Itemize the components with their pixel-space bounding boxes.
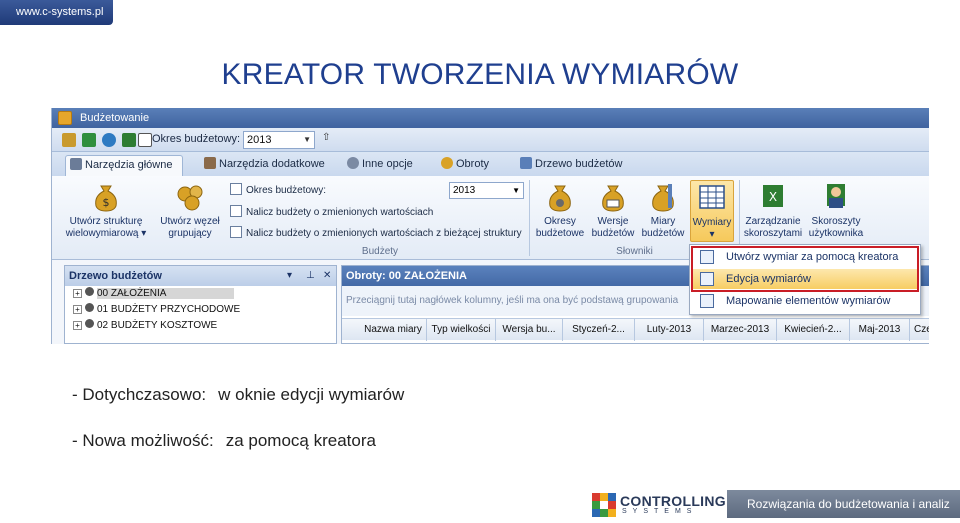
pin-icon[interactable]: ⊥ bbox=[306, 266, 315, 286]
chevron-down-icon: ▼ bbox=[512, 186, 520, 195]
window-titlebar: Budżetowanie bbox=[52, 108, 929, 128]
create-structure-button[interactable]: $ Utwórz strukturę wielowymiarową ▾ bbox=[62, 180, 150, 240]
calendar-icon[interactable] bbox=[138, 133, 152, 147]
budget-versions-button[interactable]: Wersje budżetów bbox=[588, 180, 638, 240]
excel-icon: X bbox=[763, 185, 783, 207]
period-row: Okres budżetowy: bbox=[230, 183, 326, 199]
window-title: Budżetowanie bbox=[80, 112, 150, 124]
expand-icon[interactable]: + bbox=[73, 321, 82, 330]
svg-text:$: $ bbox=[103, 196, 110, 209]
node-icon bbox=[85, 319, 94, 328]
users-icon[interactable] bbox=[62, 133, 76, 147]
logo-name: CONTROLLING bbox=[620, 493, 726, 509]
ribbon-tabs: Narzędzia główne Narzędzia dodatkowe Inn… bbox=[52, 152, 929, 176]
column-header[interactable]: Maj-2013 bbox=[850, 319, 910, 341]
dropdown-icon[interactable]: ▾ bbox=[287, 266, 292, 286]
map-dimension-elements-item[interactable]: Mapowanie elementów wymiarów bbox=[692, 291, 918, 311]
logo-squares-icon bbox=[592, 493, 616, 517]
logo-subtitle: SYSTEMS bbox=[622, 508, 698, 515]
group-label-budzety: Budżety bbox=[361, 246, 399, 257]
column-header[interactable]: Kwiecień-2... bbox=[777, 319, 850, 341]
grid-column-headers: Nazwa miary Typ wielkości Wersja bu... S… bbox=[342, 318, 929, 341]
grid-table-icon bbox=[699, 185, 725, 209]
user-workbooks-button[interactable]: Skoroszyty użytkownika bbox=[806, 180, 866, 240]
expand-icon[interactable]: + bbox=[73, 289, 82, 298]
recalc-changed-button[interactable]: Nalicz budżety o zmienionych wartościach bbox=[230, 205, 433, 221]
money-bag-icon: $ bbox=[95, 185, 117, 212]
money-bag-icon bbox=[652, 184, 674, 212]
money-bags-group-icon bbox=[177, 185, 203, 211]
recalc-structure-button[interactable]: Nalicz budżety o zmienionych wartościach… bbox=[230, 226, 522, 242]
customize-toolbar-icon[interactable]: ⇧ bbox=[322, 132, 330, 143]
qat-period-value: 2013 bbox=[247, 134, 272, 146]
tools-icon bbox=[70, 158, 82, 170]
budget-periods-button[interactable]: Okresy budżetowe bbox=[532, 180, 588, 240]
budget-tree-header: Drzewo budżetów ▾ ⊥ ✕ bbox=[65, 266, 336, 286]
coins-icon bbox=[441, 157, 453, 169]
expand-icon[interactable]: + bbox=[73, 305, 82, 314]
node-icon bbox=[85, 287, 94, 296]
tab-obroty[interactable]: Obroty bbox=[437, 155, 497, 176]
bullet-previous: - Dotychczasowo: w oknie edycji wymiarów bbox=[72, 385, 405, 404]
app-icon bbox=[58, 111, 72, 125]
url-badge[interactable]: www.c-systems.pl bbox=[0, 0, 113, 25]
column-header[interactable]: Marzec-2013 bbox=[704, 319, 777, 341]
tab-narzedzia-dodatkowe[interactable]: Narzędzia dodatkowe bbox=[200, 155, 325, 176]
qat-period-select[interactable]: 2013 ▼ bbox=[243, 131, 315, 149]
slide: www.c-systems.pl KREATOR TWORZENIA WYMIA… bbox=[0, 0, 960, 523]
budget-tree-pane: Drzewo budżetów ▾ ⊥ ✕ +00 ZAŁOŻENIA +01 … bbox=[64, 265, 337, 344]
tree-item[interactable]: +00 ZAŁOŻENIA bbox=[65, 286, 336, 302]
close-icon[interactable]: ✕ bbox=[323, 266, 331, 286]
wrench-icon bbox=[204, 157, 216, 169]
save-icon[interactable] bbox=[82, 133, 96, 147]
column-header[interactable]: Styczeń-2... bbox=[563, 319, 635, 341]
money-bag-icon bbox=[549, 185, 571, 212]
footer-tagline: Rozwiązania do budżetowania i analiz bbox=[727, 490, 960, 518]
budget-measures-button[interactable]: Miary budżetów bbox=[638, 180, 688, 240]
excel-icon[interactable] bbox=[122, 133, 136, 147]
mapping-icon bbox=[700, 294, 714, 308]
globe-icon[interactable] bbox=[102, 133, 116, 147]
calculator-icon bbox=[230, 226, 242, 238]
ribbon-period-value: 2013 bbox=[453, 185, 476, 196]
svg-text:X: X bbox=[769, 190, 777, 204]
create-group-node-button[interactable]: Utwórz węzeł grupujący bbox=[156, 180, 224, 240]
tree-item[interactable]: +01 BUDŻETY PRZYCHODOWE bbox=[65, 302, 336, 318]
column-header[interactable]: Nazwa miary bbox=[360, 319, 427, 341]
money-bag-icon bbox=[602, 185, 624, 212]
tab-narzedzia-glowne[interactable]: Narzędzia główne bbox=[65, 155, 183, 176]
node-icon bbox=[85, 303, 94, 312]
calendar-icon bbox=[230, 183, 242, 195]
highlight-frame bbox=[691, 246, 919, 292]
company-logo: CONTROLLING SYSTEMS bbox=[592, 493, 726, 517]
quick-access-toolbar: Okres budżetowy: 2013 ▼ ⇧ bbox=[52, 128, 929, 152]
qat-period-label: Okres budżetowy: bbox=[152, 133, 241, 145]
column-header[interactable]: Luty-2013 bbox=[635, 319, 704, 341]
ribbon-period-select[interactable]: 2013 ▼ bbox=[449, 182, 524, 199]
group-separator bbox=[529, 180, 530, 256]
budget-tree-title: Drzewo budżetów bbox=[69, 270, 162, 282]
calculator-icon bbox=[230, 205, 242, 217]
chevron-down-icon: ▼ bbox=[303, 135, 311, 144]
bullet-new: - Nowa możliwość: za pomocą kreatora bbox=[72, 431, 376, 450]
gear-icon bbox=[347, 157, 359, 169]
user-icon bbox=[827, 184, 845, 208]
tab-drzewo-budzetow[interactable]: Drzewo budżetów bbox=[516, 155, 626, 176]
column-header[interactable]: Typ wielkości bbox=[427, 319, 496, 341]
tree-icon bbox=[520, 157, 532, 169]
dimensions-button[interactable]: Wymiary ▾ bbox=[690, 180, 734, 242]
tree-item[interactable]: +02 BUDŻETY KOSZTOWE bbox=[65, 318, 336, 334]
column-header[interactable]: Wersja bu... bbox=[496, 319, 563, 341]
slide-title: KREATOR TWORZENIA WYMIARÓW bbox=[221, 58, 739, 91]
manage-workbooks-button[interactable]: X Zarządzanie skoroszytami bbox=[742, 180, 804, 240]
column-header[interactable]: Cze bbox=[910, 319, 929, 341]
tab-inne-opcje[interactable]: Inne opcje bbox=[343, 155, 423, 176]
